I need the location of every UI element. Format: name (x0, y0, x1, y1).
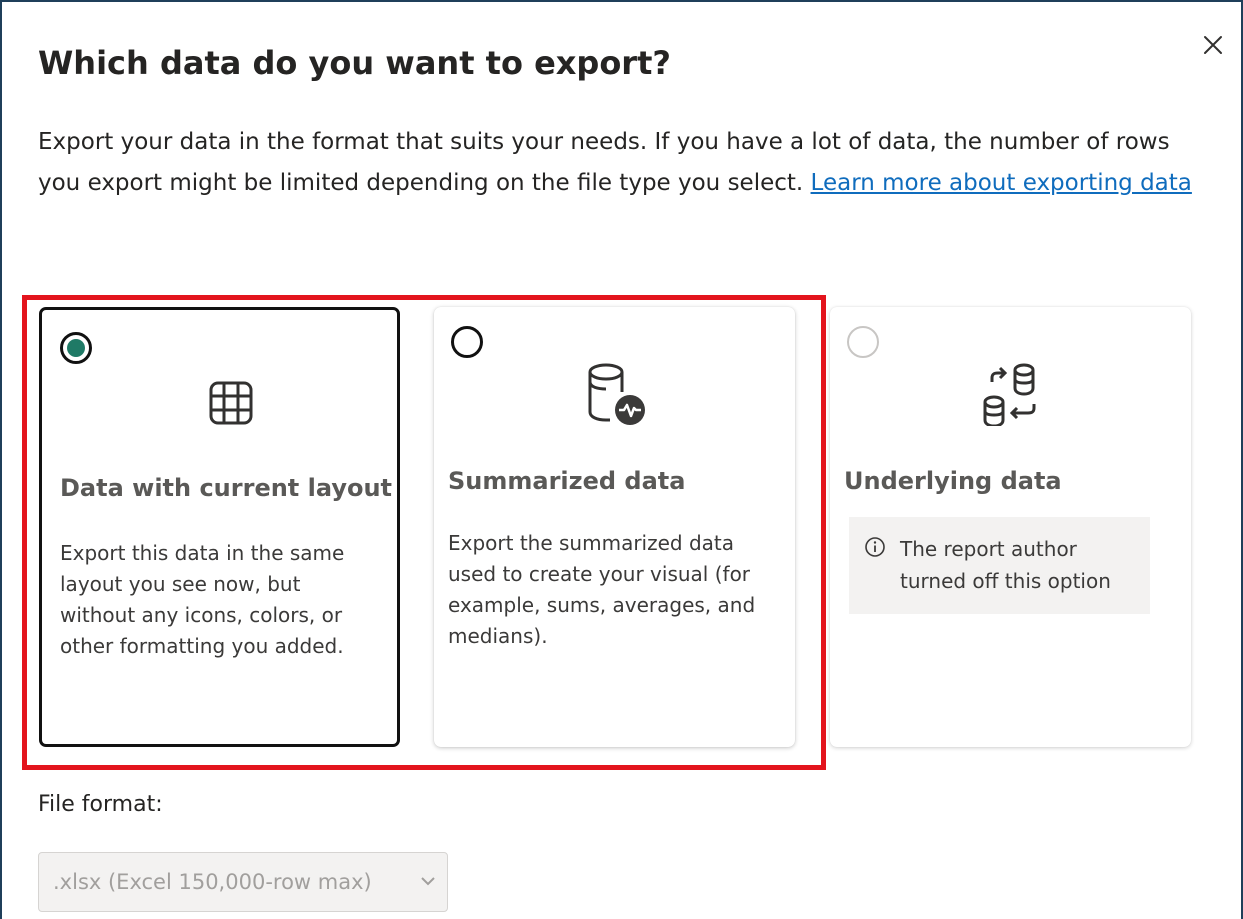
dialog-title: Which data do you want to export? (38, 44, 671, 82)
file-format-value: .xlsx (Excel 150,000-row max) (53, 870, 372, 894)
file-format-label: File format: (38, 792, 163, 817)
close-button[interactable] (1198, 30, 1228, 60)
disabled-info-box: The report author turned off this option (849, 517, 1150, 614)
learn-more-link[interactable]: Learn more about exporting data (811, 170, 1192, 196)
option-card-underlying: Underlying data The report author turned… (830, 307, 1191, 747)
radio-underlying (847, 326, 879, 358)
close-icon (1204, 36, 1222, 54)
export-data-dialog: Which data do you want to export? Export… (0, 0, 1243, 919)
option-description: Export the summarized data used to creat… (448, 531, 756, 648)
disabled-info-text: The report author turned off this option (900, 537, 1111, 593)
option-title: Summarized data (448, 467, 686, 495)
dialog-description: Export your data in the format that suit… (38, 122, 1198, 204)
radio-current-layout[interactable] (60, 332, 92, 364)
radio-summarized[interactable] (451, 326, 483, 358)
option-card-summarized[interactable]: Summarized data Export the summarized da… (434, 307, 795, 747)
option-title: Data with current layout (60, 474, 393, 502)
chevron-down-icon (421, 877, 435, 886)
table-grid-icon (209, 381, 253, 425)
info-icon (865, 537, 885, 557)
database-pulse-icon (588, 363, 645, 425)
option-card-current-layout[interactable]: Data with current layout Export this dat… (39, 307, 400, 747)
option-title: Underlying data (844, 467, 1062, 495)
file-format-select[interactable]: .xlsx (Excel 150,000-row max) (38, 852, 448, 912)
option-description: Export this data in the same layout you … (60, 541, 345, 658)
database-transfer-icon (983, 363, 1036, 426)
